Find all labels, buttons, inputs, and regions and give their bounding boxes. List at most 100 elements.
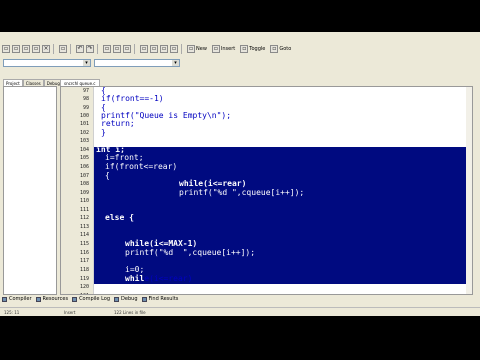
resources-icon [35,296,41,302]
save-icon[interactable]: ▫ [22,45,30,53]
separator [181,44,182,54]
chevron-down-icon[interactable]: ▾ [83,60,90,66]
code-line: if(front<=rear) [105,162,178,171]
line-number: 101 [79,121,89,127]
class-combo[interactable]: ▾ [3,59,91,67]
tab-label: Debug [121,296,138,302]
tab-label: Compiler [9,296,32,302]
save-all-icon[interactable]: ▫ [32,45,40,53]
project-panel: Project Classes Debug [3,79,63,295]
compile-icon[interactable]: ▫ [140,45,148,53]
run-icon[interactable]: ▫ [150,45,158,53]
status-line-count: 122 Lines in file [114,310,146,315]
line-number: 100 [79,113,89,119]
code-token: ); [221,111,232,120]
line-number: 119 [79,276,89,282]
line-number: 113 [79,224,89,230]
separator [134,44,135,54]
chevron-down-icon[interactable]: ▾ [172,60,179,66]
tab-label: Find Results [148,296,179,302]
line-number-gutter: 97 98 99 100 101 102 103 104 105 106 107 108 109 110 1… [61,87,94,294]
print-icon[interactable]: ▫ [59,45,67,53]
toggle-button-label[interactable]: Toggle [249,46,265,52]
line-number: 110 [79,198,89,204]
status-edit-mode: Insert [64,310,76,315]
replace-icon[interactable]: ▫ [113,45,121,53]
member-combo[interactable]: ▾ [94,59,180,67]
code-line: while(i<=rear) [179,179,247,188]
code-token: e(i<=rear) [144,274,193,283]
code-line: return; [101,119,135,128]
class-toolbar: ▾ ▾ [0,56,480,70]
tab-label: Resources [42,296,69,302]
line-number: 116 [79,250,89,256]
code-token: whil [125,274,145,283]
vertical-scrollbar[interactable] [466,87,472,294]
toggle-icon[interactable]: ▫ [240,45,249,53]
line-number: 115 [79,241,89,247]
code-line: else { [105,213,134,222]
code-line: i=front; [105,153,144,162]
line-number: 117 [79,258,89,264]
separator [53,44,54,54]
line-number: 102 [79,130,89,136]
string-literal: "Queue is Empty\n" [134,111,222,120]
line-number: 98 [82,96,89,102]
compile-log-icon [72,296,78,302]
code-editor[interactable]: 97 98 99 100 101 102 103 104 105 106 107 108 109 110 1… [60,86,473,295]
code-line: } [101,128,106,137]
tab-debug-bottom[interactable]: Debug [114,296,138,302]
tab-resources[interactable]: Resources [35,296,69,302]
line-number: 99 [82,105,89,111]
find-results-icon [141,296,147,302]
tab-classes[interactable]: Classes [22,79,44,86]
project-tree[interactable] [3,86,57,295]
close-icon[interactable]: × [42,45,50,53]
goto-icon[interactable]: ▫ [123,45,131,53]
insert-button-label[interactable]: Insert [221,46,235,52]
redo-icon[interactable]: ↷ [86,45,94,53]
status-bar: 125: 11 Insert 122 Lines in file [0,307,480,316]
new-project-icon[interactable]: ▫ [187,45,195,53]
debug-icon[interactable]: ▫ [160,45,168,53]
line-number: 114 [79,232,89,238]
line-number: 120 [79,284,89,290]
line-number: 97 [82,88,89,94]
code-line: printf("%d ",cqueue[i++]); [179,188,305,197]
undo-icon[interactable]: ↶ [76,45,84,53]
line-number: 107 [79,173,89,179]
line-number: 103 [79,138,89,144]
goto-button-label[interactable]: Goto [279,46,291,52]
line-number: 109 [79,190,89,196]
line-number: 118 [79,267,89,273]
open-icon[interactable]: ▫ [12,45,20,53]
separator [97,44,98,54]
line-number: 104 [79,147,89,153]
find-icon[interactable]: ▫ [103,45,111,53]
tab-label: Compile Log [79,296,111,302]
tab-project[interactable]: Project [3,79,23,86]
tab-compile-log[interactable]: Compile Log [72,296,110,302]
line-number: 112 [79,215,89,221]
code-line: i=0; [125,265,145,274]
project-panel-tabs: Project Classes Debug [3,79,63,86]
code-line: { [105,171,110,180]
code-line: printf("%d ",cqueue[i++]); [125,248,256,257]
insert-icon[interactable]: ▫ [211,45,220,53]
ide-window: ▫ ▫ ▫ ▫ × ▫ ↶ ↷ ▫ ▫ ▫ ▫ ▫ ▫ ▫ ▫ New ▫ In… [0,32,480,316]
main-toolbar: ▫ ▫ ▫ ▫ × ▫ ↶ ↷ ▫ ▫ ▫ ▫ ▫ ▫ ▫ ▫ New ▫ In… [0,42,480,56]
debug-icon [114,296,120,302]
line-number: 111 [79,207,89,213]
new-file-icon[interactable]: ▫ [2,45,10,53]
new-button-label[interactable]: New [196,46,207,52]
line-number: 105 [79,155,89,161]
line-number: 108 [79,181,89,187]
rebuild-icon[interactable]: ▫ [170,45,178,53]
code-line: while(i<=rear) [125,274,192,283]
line-number: 106 [79,164,89,170]
tab-find-results[interactable]: Find Results [141,296,179,302]
compiler-icon [2,296,7,302]
status-cursor-position: 125: 11 [4,310,20,315]
goto-icon[interactable]: ▫ [270,45,279,53]
tab-compiler[interactable]: Compiler [2,296,32,302]
